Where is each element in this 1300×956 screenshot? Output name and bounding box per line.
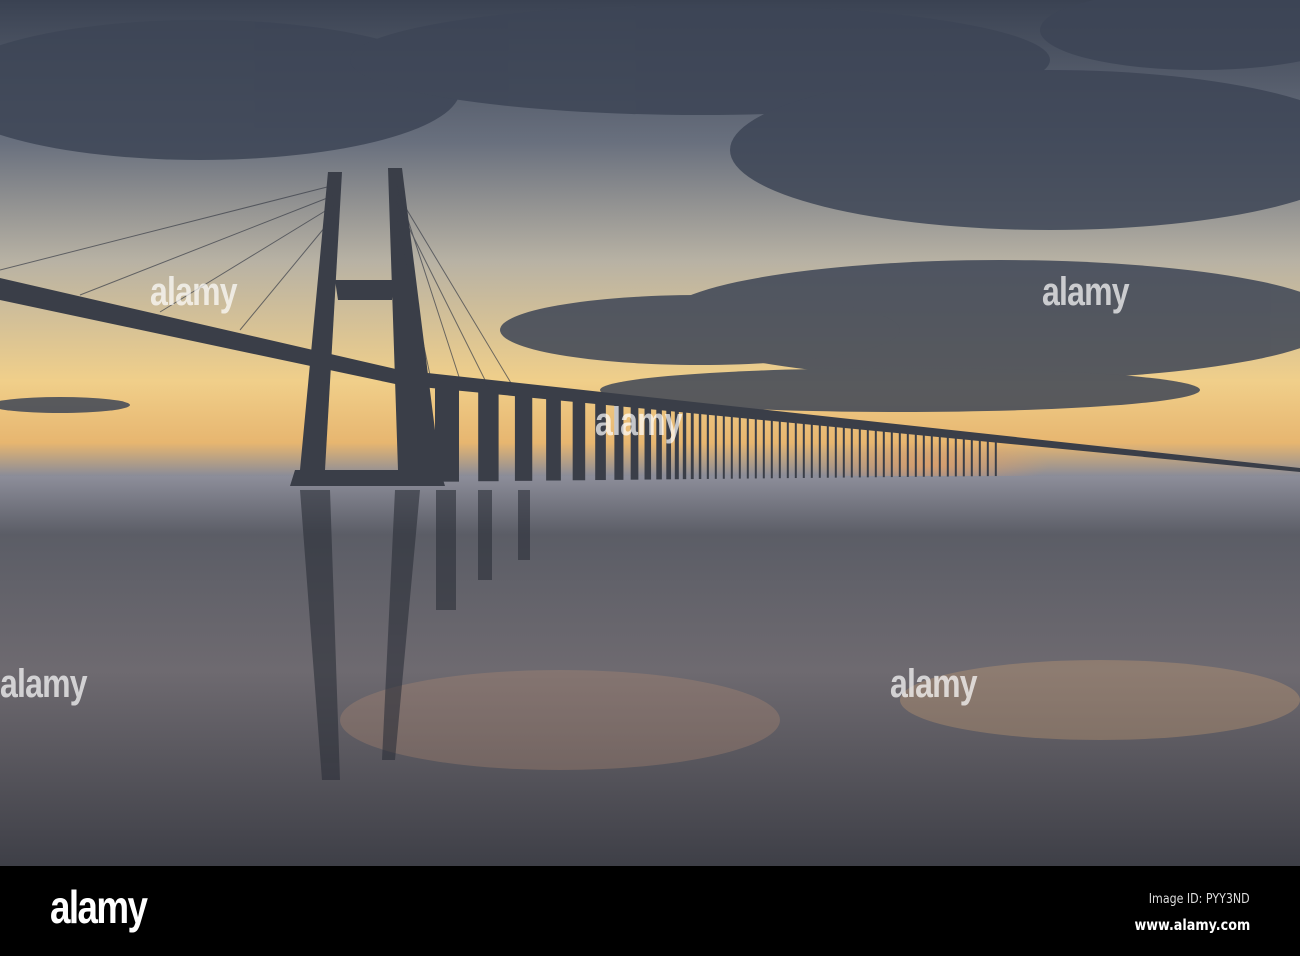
bridge-pier — [810, 423, 813, 478]
footer-bar: alamy Image ID: PYY3ND www.alamy.com — [0, 866, 1300, 956]
bridge-pier — [842, 426, 845, 478]
watermark: alamy — [1042, 270, 1130, 314]
image-id: Image ID: PYY3ND — [1149, 892, 1250, 907]
watermark: alamy — [150, 270, 238, 314]
bridge-pier — [850, 426, 853, 478]
bridge-pier — [778, 420, 781, 479]
bridge-pier — [786, 420, 789, 479]
bridge-pier — [794, 421, 797, 479]
bridge-pier — [690, 412, 694, 480]
alamy-logo: alamy — [50, 881, 148, 933]
bridge-pier — [914, 432, 917, 477]
bridge-pier — [874, 429, 877, 478]
bridge-pier — [898, 431, 901, 478]
bridge-pier — [514, 395, 533, 481]
bridge-pier — [770, 419, 773, 479]
bridge-pier — [706, 413, 709, 479]
bridge-pier — [682, 411, 687, 480]
bridge-pier — [478, 392, 499, 482]
bridge-pier — [818, 423, 821, 478]
bridge-pier — [866, 428, 869, 478]
watermark: alamy — [0, 662, 88, 706]
stock-photo: alamy alamy alamy alamy alamy alamy Imag… — [0, 0, 1300, 956]
bridge-pier — [738, 416, 741, 479]
bridge-pier — [698, 412, 702, 480]
bridge-pier — [922, 433, 925, 477]
bridge-pier — [906, 432, 909, 477]
watermark: alamy — [595, 400, 683, 444]
bridge-pier — [572, 401, 586, 481]
bridge-pier — [970, 438, 973, 477]
bridge-pier — [722, 415, 725, 479]
bridge-pier — [754, 417, 757, 479]
bridge-pier — [930, 434, 933, 477]
bridge-pier — [858, 427, 861, 478]
bridge-pier — [986, 439, 989, 477]
bridge-pier — [730, 415, 733, 479]
bridge-pier — [826, 424, 829, 478]
bridge-pier — [546, 398, 561, 481]
bridge-pier — [435, 388, 459, 482]
bridge-pier — [978, 438, 981, 477]
bridge-pier — [834, 425, 837, 478]
bridge-pier — [762, 418, 765, 479]
bridge-pier — [962, 437, 965, 477]
bridge-pier — [802, 422, 805, 478]
bridge-pier — [714, 414, 717, 479]
bridge-pier — [746, 417, 749, 479]
bridge-pier — [882, 429, 885, 478]
bridge-pier — [946, 435, 949, 477]
website-link[interactable]: www.alamy.com — [1134, 916, 1250, 934]
bridge-pier — [938, 435, 941, 477]
watermark: alamy — [890, 662, 978, 706]
bridge-pier — [994, 440, 997, 477]
bridge-pier — [890, 430, 893, 478]
bridge-pier — [954, 436, 957, 477]
